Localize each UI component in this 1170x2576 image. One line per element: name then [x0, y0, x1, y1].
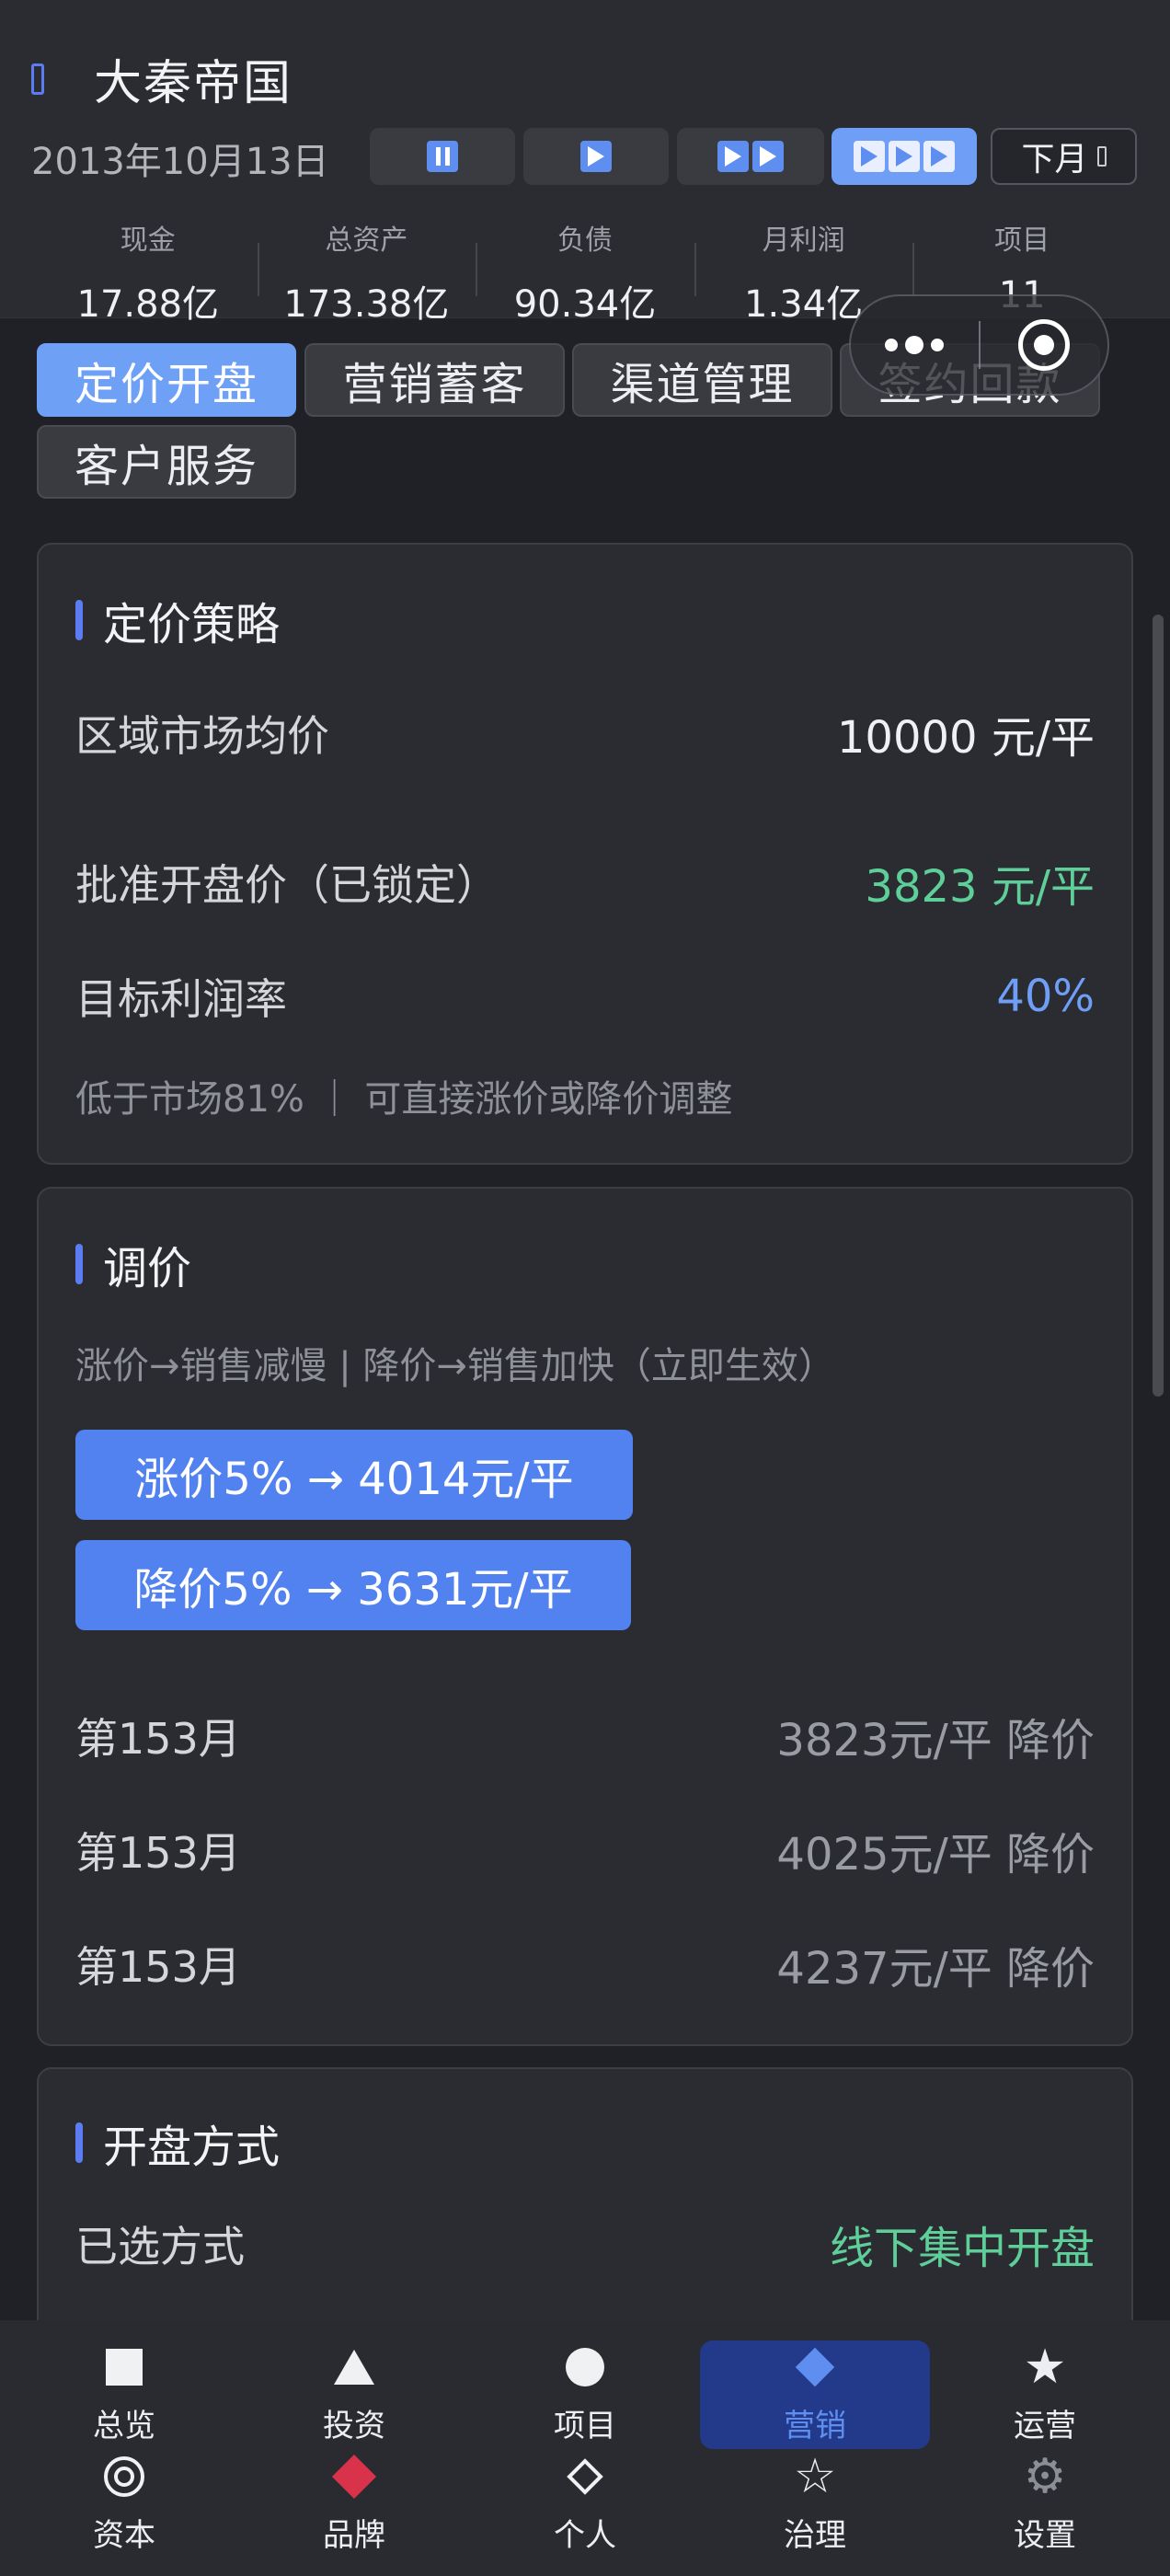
history-row: 第153月 4025元/平 降价: [75, 1818, 1095, 1882]
cut-price-button[interactable]: 降价5% → 3631元/平: [75, 1540, 631, 1630]
history-row: 第153月 3823元/平 降价: [75, 1704, 1095, 1768]
nav-operations[interactable]: ★ 运营: [930, 2340, 1160, 2445]
menu-icon[interactable]: [31, 63, 44, 95]
title-row: 大秦帝国: [31, 44, 292, 113]
fastest-button[interactable]: [832, 128, 977, 185]
nav-label: 设置: [1014, 2517, 1076, 2554]
row-value: 3823 元/平: [865, 861, 1095, 913]
market-price-row: 区域市场均价 10000 元/平: [75, 701, 1095, 765]
target-margin-row: 目标利润率 40%: [75, 966, 1095, 1027]
stat-label: 现金: [120, 224, 176, 257]
play-icon: [580, 141, 612, 172]
red-diamond-icon: [239, 2449, 469, 2504]
fast-forward-button[interactable]: [677, 128, 824, 185]
stat-cash: 现金 17.88亿: [39, 217, 258, 326]
pause-button[interactable]: [370, 128, 515, 185]
tab-channels[interactable]: 渠道管理: [572, 343, 832, 417]
next-month-button[interactable]: 下月: [991, 128, 1137, 185]
opening-method-card: 开盘方式 已选方式 线下集中开盘: [37, 2067, 1133, 2362]
history-month: 第153月: [75, 1942, 241, 1992]
triangle-icon: [239, 2340, 469, 2395]
app-title: 大秦帝国: [94, 56, 293, 111]
top-header: 大秦帝国 2013年10月13日 下月 现金 17.88亿 总资产 173.38…: [0, 0, 1170, 326]
nav-label: 项目: [554, 2408, 616, 2444]
row-value[interactable]: 线下集中开盘: [830, 2212, 1095, 2276]
tab-marketing[interactable]: 营销蓄客: [304, 343, 565, 417]
stat-label: 总资产: [325, 224, 408, 257]
row-value: 10000 元/平: [836, 712, 1095, 764]
card-title: 调价: [75, 1232, 191, 1296]
nav-label: 品牌: [323, 2517, 385, 2554]
nav-label: 个人: [554, 2517, 616, 2554]
nav-brand[interactable]: 品牌: [239, 2449, 469, 2555]
price-adjust-card: 调价 涨价→销售减慢 | 降价→销售加快（立即生效） 涨价5% → 4014元/…: [37, 1187, 1133, 2046]
outline-star-icon: ☆: [793, 2449, 837, 2504]
nav-label: 投资: [323, 2408, 385, 2444]
history-row: 第153月 4237元/平 降价: [75, 1932, 1095, 1996]
star-icon: ★: [1023, 2340, 1067, 2395]
game-date: 2013年10月13日: [31, 141, 329, 183]
play-button[interactable]: [523, 128, 669, 185]
history-detail: 4025元/平 降价: [776, 1829, 1095, 1880]
fast-forward-icon: [717, 141, 784, 172]
close-miniprogram-icon[interactable]: [981, 319, 1108, 371]
outline-diamond-icon: [470, 2449, 700, 2504]
nav-personal[interactable]: 个人: [470, 2449, 700, 2555]
nav-marketing[interactable]: 营销: [700, 2340, 930, 2445]
nav-capital[interactable]: 资本: [9, 2449, 239, 2555]
nav-label: 治理: [784, 2517, 846, 2554]
stat-label: 月利润: [762, 224, 845, 257]
stat-value: 173.38亿: [283, 283, 450, 326]
nav-investment[interactable]: 投资: [239, 2340, 469, 2445]
pricing-strategy-card: 定价策略 区域市场均价 10000 元/平 批准开盘价（已锁定） 3823 元/…: [37, 543, 1133, 1165]
calendar-icon: [1096, 146, 1107, 167]
nav-label: 总览: [93, 2408, 155, 2444]
pause-icon: [427, 141, 458, 172]
nav-settings[interactable]: ⚙ 设置: [930, 2449, 1160, 2555]
nav-projects[interactable]: 项目: [470, 2340, 700, 2445]
selected-method-row: 已选方式 线下集中开盘: [75, 2212, 1095, 2276]
stat-value: 17.88亿: [76, 283, 220, 326]
square-icon: [9, 2340, 239, 2395]
card-title: 开盘方式: [75, 2110, 280, 2175]
more-icon[interactable]: [851, 336, 979, 354]
stat-debt: 负债 90.34亿: [476, 217, 694, 326]
scrollbar-thumb[interactable]: [1153, 615, 1164, 1397]
pricing-note: 低于市场81% ｜ 可直接涨价或降价调整: [75, 1078, 733, 1121]
row-label: 批准开盘价（已锁定）: [75, 860, 499, 910]
fastest-icon: [854, 141, 955, 172]
tab-customer-service[interactable]: 客户服务: [37, 425, 296, 499]
miniprogram-capsule: [849, 294, 1109, 396]
nav-overview[interactable]: 总览: [9, 2340, 239, 2445]
circle-icon: [470, 2340, 700, 2395]
raise-price-button[interactable]: 涨价5% → 4014元/平: [75, 1430, 633, 1520]
tab-pricing[interactable]: 定价开盘: [37, 343, 296, 417]
adjust-hint: 涨价→销售减慢 | 降价→销售加快（立即生效）: [75, 1345, 835, 1387]
approved-price-row: 批准开盘价（已锁定） 3823 元/平: [75, 850, 1095, 914]
gear-icon: ⚙: [1023, 2449, 1067, 2504]
nav-label: 运营: [1014, 2408, 1076, 2444]
row-label: 区域市场均价: [75, 711, 329, 761]
stat-total-assets: 总资产 173.38亿: [257, 217, 476, 326]
card-title: 定价策略: [75, 588, 280, 652]
nav-label: 资本: [93, 2517, 155, 2554]
nav-governance[interactable]: ☆ 治理: [700, 2449, 930, 2555]
row-label: 目标利润率: [75, 974, 287, 1024]
nav-label: 营销: [784, 2408, 846, 2444]
history-detail: 4237元/平 降价: [776, 1943, 1095, 1995]
stat-value: 90.34亿: [513, 283, 657, 326]
row-label: 已选方式: [75, 2222, 245, 2271]
diamond-icon: [700, 2340, 930, 2395]
row-value: 40%: [996, 971, 1095, 1022]
history-month: 第153月: [75, 1714, 241, 1764]
history-month: 第153月: [75, 1828, 241, 1878]
stat-label: 负债: [556, 224, 613, 257]
target-icon: [9, 2449, 239, 2504]
stat-label: 项目: [994, 224, 1050, 257]
next-month-label: 下月: [1021, 141, 1088, 178]
history-detail: 3823元/平 降价: [776, 1715, 1095, 1766]
